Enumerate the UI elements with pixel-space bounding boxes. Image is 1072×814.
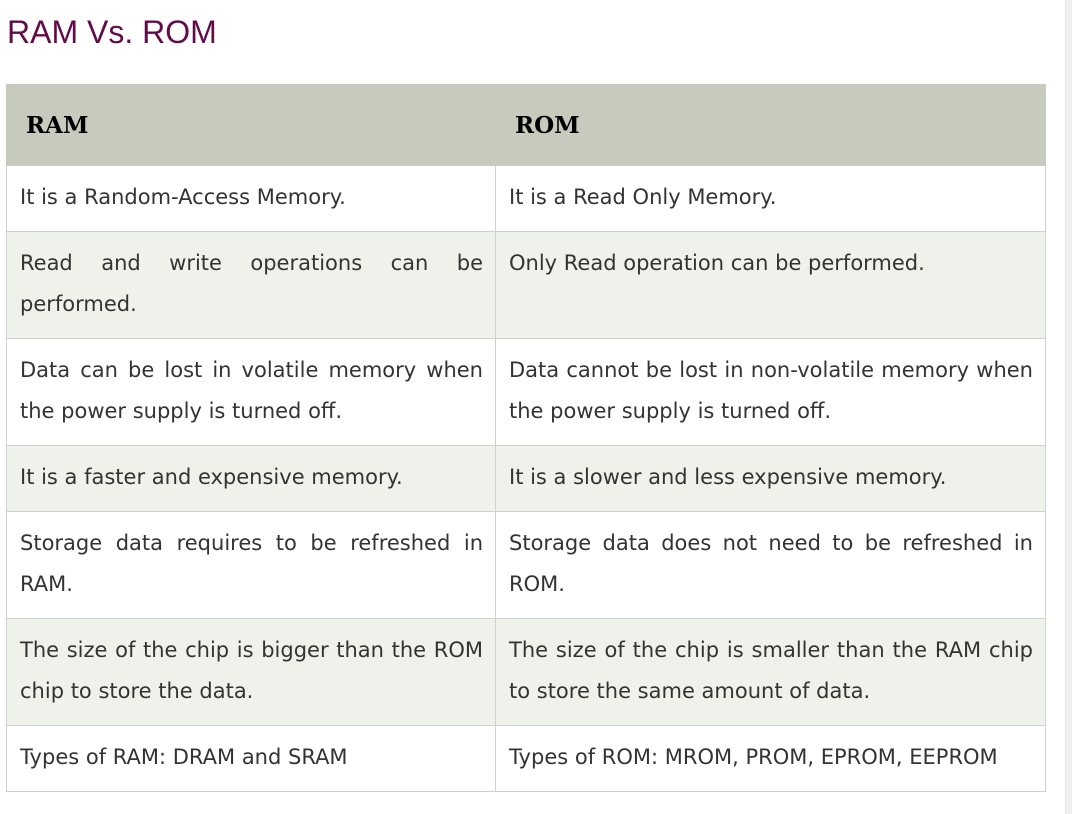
ram-cell: It is a Random-Access Memory.: [6, 165, 496, 232]
table-row: It is a Random-Access Memory. It is a Re…: [6, 165, 1046, 232]
ram-cell: Storage data requires to be refreshed in…: [6, 511, 496, 619]
rom-cell: It is a Read Only Memory.: [495, 165, 1046, 232]
rom-cell: Types of ROM: MROM, PROM, EPROM, EEPROM: [495, 725, 1046, 792]
rom-cell: Only Read operation can be performed.: [495, 231, 1046, 339]
table-row: The size of the chip is bigger than the …: [6, 618, 1046, 726]
ram-cell: Read and write operations can be perform…: [6, 231, 496, 339]
ram-cell: It is a faster and expensive memory.: [6, 445, 496, 512]
ram-cell: The size of the chip is bigger than the …: [6, 618, 496, 726]
ram-cell: Data can be lost in volatile memory when…: [6, 338, 496, 446]
table-row: Types of RAM: DRAM and SRAM Types of ROM…: [6, 725, 1046, 792]
comparison-table: RAM ROM It is a Random-Access Memory. It…: [6, 84, 1046, 792]
header-ram: RAM: [6, 84, 496, 166]
table-row: Read and write operations can be perform…: [6, 231, 1046, 339]
ram-cell: Types of RAM: DRAM and SRAM: [6, 725, 496, 792]
rom-cell: It is a slower and less expensive memory…: [495, 445, 1046, 512]
rom-cell: Storage data does not need to be refresh…: [495, 511, 1046, 619]
rom-cell: The size of the chip is smaller than the…: [495, 618, 1046, 726]
table-row: Storage data requires to be refreshed in…: [6, 511, 1046, 619]
table-header-row: RAM ROM: [6, 84, 1046, 166]
rom-cell: Data cannot be lost in non-volatile memo…: [495, 338, 1046, 446]
scrollbar-track[interactable]: [1065, 0, 1072, 814]
table-row: It is a faster and expensive memory. It …: [6, 445, 1046, 512]
table-row: Data can be lost in volatile memory when…: [6, 338, 1046, 446]
page-title: RAM Vs. ROM: [7, 14, 217, 50]
header-rom: ROM: [495, 84, 1046, 166]
